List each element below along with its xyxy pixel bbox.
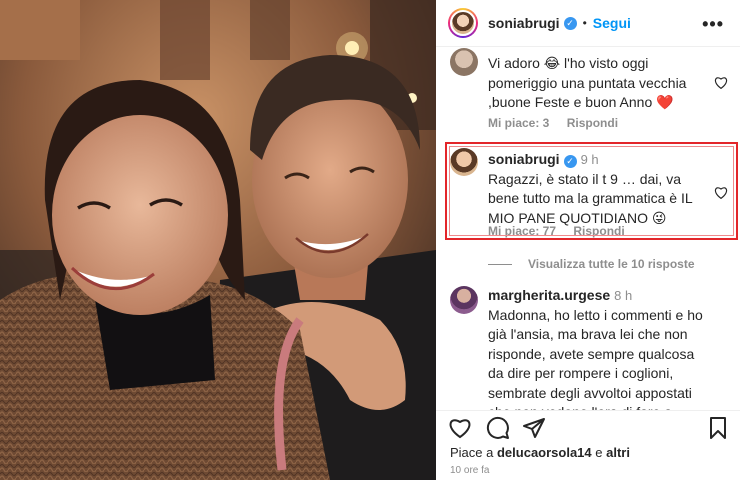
view-replies-label: Visualizza tutte le 10 risposte <box>528 257 695 271</box>
share-icon[interactable] <box>522 416 546 440</box>
comment-time: 8 h <box>614 288 633 303</box>
comment-text: Madonna, ho letto i commenti e ho già l'… <box>488 306 703 411</box>
author-username[interactable]: soniabrugi <box>488 15 560 31</box>
comment-meta: Mi piace: 3 Rispondi <box>488 116 632 130</box>
replies-line <box>488 263 512 265</box>
heart-icon[interactable] <box>448 416 472 440</box>
post-photo[interactable] <box>0 0 436 480</box>
commenter-avatar[interactable] <box>450 286 478 314</box>
post-sidebar: soniabrugi ✓ • Segui ••• Vi adoro 😂 l'ho… <box>436 0 740 480</box>
liked-by-user[interactable]: delucaorsola14 <box>497 445 592 460</box>
post-actions <box>436 410 740 446</box>
selfie-couple-image <box>0 0 436 480</box>
more-icon[interactable]: ••• <box>702 14 724 35</box>
follow-button[interactable]: Segui <box>593 15 631 31</box>
comment-text: Vi adoro 😂 l'ho visto oggi pomeriggio un… <box>488 55 687 110</box>
highlight-box-inner <box>449 146 734 236</box>
view-replies-button[interactable]: Visualizza tutte le 10 risposte <box>488 257 695 271</box>
header-separator: • <box>582 16 587 30</box>
bookmark-icon[interactable] <box>706 416 730 440</box>
author-avatar[interactable] <box>448 8 478 38</box>
likes-summary: Piace a delucaorsola14 e altri <box>450 445 630 460</box>
likes-mid: e <box>591 445 607 460</box>
comment-icon[interactable] <box>486 416 510 440</box>
comment-username[interactable]: margherita.urgese <box>488 287 610 303</box>
heart-icon[interactable] <box>714 76 728 89</box>
comment-likes-count[interactable]: Mi piace: 3 <box>488 116 549 130</box>
verified-icon: ✓ <box>563 16 577 30</box>
commenter-avatar[interactable] <box>450 48 478 76</box>
liked-by-others[interactable]: altri <box>606 445 630 460</box>
post-header: soniabrugi ✓ • Segui ••• <box>436 0 740 46</box>
post-timestamp[interactable]: 10 ore fa <box>450 465 489 476</box>
reply-button[interactable]: Rispondi <box>567 116 618 130</box>
comment-content: margherita.urgese 8 h Madonna, ho letto i… <box>488 286 708 410</box>
likes-prefix: Piace a <box>450 445 497 460</box>
